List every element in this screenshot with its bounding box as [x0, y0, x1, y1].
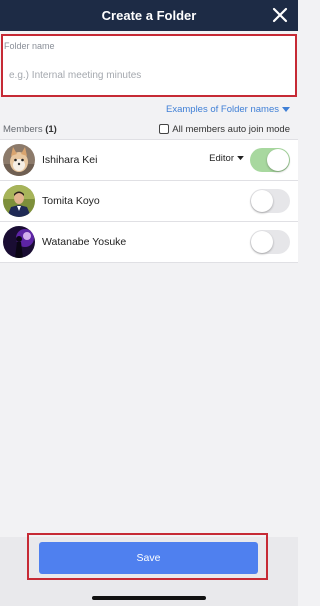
list-item: Watanabe Yosuke — [0, 222, 298, 263]
close-button[interactable] — [268, 3, 292, 27]
auto-join-checkbox[interactable]: All members auto join mode — [159, 124, 290, 135]
close-icon — [272, 7, 288, 23]
caret-down-icon — [237, 156, 244, 161]
members-label: Members (1) — [3, 124, 57, 135]
checkbox-icon — [159, 124, 170, 134]
toggle-knob — [267, 149, 289, 171]
folder-name-input[interactable] — [3, 56, 295, 94]
toggle-knob — [251, 231, 273, 253]
members-header: Members (1) All members auto join mode — [0, 120, 298, 138]
page-title: Create a Folder — [101, 8, 197, 23]
member-toggle[interactable] — [250, 189, 290, 213]
examples-link-label: Examples of Folder names — [166, 104, 279, 115]
avatar — [3, 144, 35, 176]
save-button[interactable]: Save — [39, 542, 258, 574]
member-name: Watanabe Yosuke — [42, 236, 127, 248]
examples-of-folder-names-link[interactable]: Examples of Folder names — [166, 104, 290, 115]
member-toggle[interactable] — [250, 148, 290, 172]
members-label-text: Members — [3, 123, 43, 135]
avatar — [3, 185, 35, 217]
folder-name-section: Folder name — [1, 34, 297, 97]
list-item: Tomita Koyo — [0, 181, 298, 222]
toggle-knob — [251, 190, 273, 212]
header-bar: Create a Folder — [0, 0, 298, 31]
caret-down-icon — [282, 106, 290, 112]
member-name: Ishihara Kei — [42, 154, 98, 166]
members-count: (1) — [45, 123, 57, 135]
avatar — [3, 226, 35, 258]
member-name: Tomita Koyo — [42, 195, 100, 207]
member-toggle[interactable] — [250, 230, 290, 254]
role-label: Editor — [209, 153, 234, 164]
member-list: Ishihara Kei Editor Tomita Koyo Watanabe… — [0, 139, 298, 263]
auto-join-label: All members auto join mode — [172, 123, 290, 135]
folder-name-label: Folder name — [4, 41, 55, 51]
home-indicator — [92, 596, 206, 600]
role-dropdown[interactable]: Editor — [209, 153, 244, 164]
list-item: Ishihara Kei Editor — [0, 140, 298, 181]
